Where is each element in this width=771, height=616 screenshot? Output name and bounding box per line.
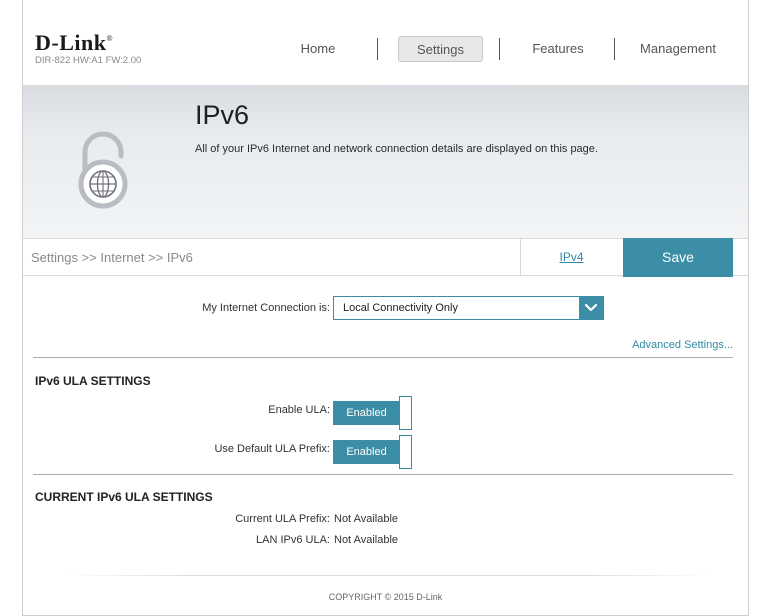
connection-type-select[interactable]: Local Connectivity Only — [333, 296, 604, 320]
top-header: D-Link® DIR-822 HW:A1 FW:2.00 Home Setti… — [23, 0, 748, 78]
page-banner: IPv6 All of your IPv6 Internet and netwo… — [23, 85, 748, 238]
chevron-down-icon[interactable] — [579, 297, 603, 319]
section-divider — [33, 357, 733, 358]
enable-ula-state: Enabled — [333, 401, 400, 425]
lock-globe-icon — [78, 131, 128, 209]
main-nav: Home Settings Features Management — [23, 36, 748, 62]
breadcrumb-bar: Settings >> Internet >> IPv6 IPv4 Save — [23, 238, 748, 277]
default-ula-prefix-toggle[interactable]: Enabled — [333, 435, 413, 469]
lan-ipv6-ula-value: Not Available — [334, 534, 399, 546]
section-divider — [33, 474, 733, 475]
default-ula-prefix-state: Enabled — [333, 440, 400, 464]
nav-divider — [499, 38, 500, 60]
copyright: COPYRIGHT © 2015 D-Link — [328, 592, 443, 602]
connection-type-label: My Internet Connection is: — [202, 302, 330, 314]
page-title: IPv6 — [195, 100, 250, 130]
toggle-knob[interactable] — [399, 396, 412, 430]
current-ula-prefix-label: Current ULA Prefix: — [235, 513, 330, 525]
nav-features[interactable]: Features — [518, 36, 598, 62]
connection-type-value: Local Connectivity Only — [343, 302, 458, 314]
nav-management[interactable]: Management — [628, 36, 728, 62]
ula-settings-heading: IPv6 ULA SETTINGS — [35, 374, 151, 388]
breadcrumb: Settings >> Internet >> IPv6 — [31, 250, 193, 265]
current-ula-prefix-value: Not Available — [334, 513, 399, 525]
page-description: All of your IPv6 Internet and network co… — [195, 143, 598, 155]
save-button[interactable]: Save — [623, 238, 733, 277]
lan-ipv6-ula-label: LAN IPv6 ULA: — [256, 534, 330, 546]
toggle-knob[interactable] — [399, 435, 412, 469]
footer-divider — [63, 575, 713, 576]
nav-divider — [377, 38, 378, 60]
nav-divider — [614, 38, 615, 60]
default-ula-prefix-label: Use Default ULA Prefix: — [214, 443, 330, 455]
current-ula-heading: CURRENT IPv6 ULA SETTINGS — [35, 490, 213, 504]
enable-ula-label: Enable ULA: — [268, 404, 330, 416]
router-admin-page: D-Link® DIR-822 HW:A1 FW:2.00 Home Setti… — [22, 0, 749, 616]
enable-ula-toggle[interactable]: Enabled — [333, 396, 413, 430]
nav-settings[interactable]: Settings — [398, 36, 483, 62]
ipv4-link[interactable]: IPv4 — [520, 239, 622, 276]
nav-home[interactable]: Home — [283, 36, 353, 62]
advanced-settings-link[interactable]: Advanced Settings... — [583, 339, 733, 351]
